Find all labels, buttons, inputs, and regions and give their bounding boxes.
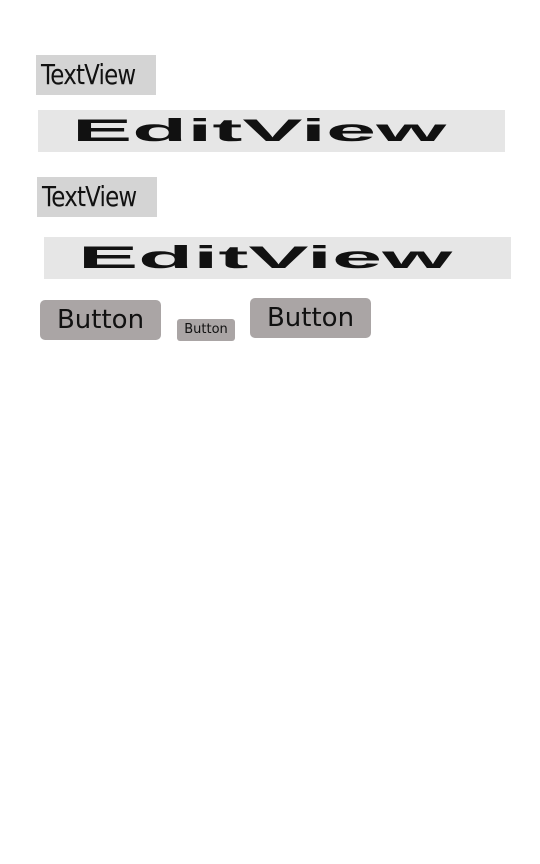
button-small-middle-label: Button: [184, 322, 228, 337]
textview-second: TextView: [37, 177, 157, 217]
button-large-left-label: Button: [56, 305, 145, 335]
editview-second-text: EditView: [78, 240, 453, 276]
textview-first-label: TextView: [41, 58, 136, 91]
editview-first-text: EditView: [72, 113, 447, 149]
app-screen: TextView EditView TextView EditView Butt…: [0, 0, 540, 864]
textview-second-label: TextView: [42, 180, 137, 213]
textview-first: TextView: [36, 55, 156, 95]
editview-first[interactable]: EditView: [38, 110, 505, 152]
editview-second[interactable]: EditView: [44, 237, 511, 279]
button-small-middle[interactable]: Button: [177, 319, 235, 341]
button-large-left[interactable]: Button: [40, 300, 161, 340]
button-large-right[interactable]: Button: [250, 298, 371, 338]
button-large-right-label: Button: [266, 303, 355, 333]
